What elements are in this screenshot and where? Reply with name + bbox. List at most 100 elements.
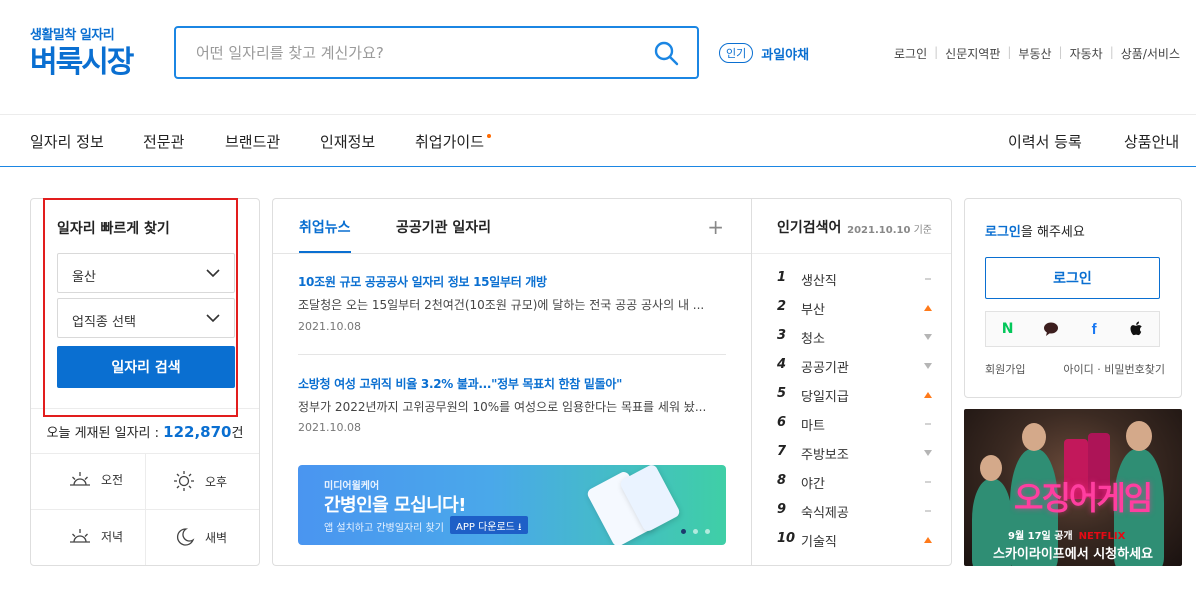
ranking-number: 7 — [777, 444, 787, 459]
time-dawn[interactable]: 새벽 — [173, 527, 227, 547]
squid-game-ad[interactable]: 오징어게임 9월 17일 공개 NETFLIX 스카이라이프에서 시청하세요 — [964, 409, 1182, 566]
nav-guide[interactable]: 취업가이드 — [415, 131, 484, 152]
ad-caption: 스카이라이프에서 시청하세요 — [992, 547, 1153, 562]
carousel-dots — [681, 529, 717, 534]
divider — [298, 354, 726, 355]
ranking-number: 8 — [777, 473, 787, 488]
banner-title: 간병인을 모십니다! — [324, 495, 466, 516]
time-evening[interactable]: 저녁 — [69, 527, 123, 545]
divider — [273, 253, 752, 254]
ranking-item[interactable]: 4 공공기관 — [777, 357, 932, 377]
nav-resume[interactable]: 이력서 등록 — [1008, 131, 1082, 152]
nav-job-info[interactable]: 일자리 정보 — [30, 131, 104, 152]
ranking-item[interactable]: 5 당일지급 — [777, 386, 932, 406]
site-logo[interactable]: 생활밀착 일자리 벼룩시장 — [30, 24, 134, 81]
util-car[interactable]: 자동차 — [1070, 45, 1103, 62]
login-message: 로그인을 해주세요 — [985, 221, 1085, 240]
ranking-number: 9 — [777, 502, 787, 517]
popular-search-date: 2021.10.10 기준 — [847, 221, 932, 236]
caregiver-banner[interactable]: 미디어윌케어 간병인을 모십니다! 앱 설치하고 간병일자리 찾기 APP 다운… — [298, 465, 726, 545]
nav-specialty[interactable]: 전문관 — [143, 131, 184, 152]
login-message-text: 을 해주세요 — [1020, 225, 1085, 240]
ranking-word[interactable]: 주방보조 — [801, 444, 849, 463]
news-headline[interactable]: 소방청 여성 고위직 비율 3.2% 불과..."정부 목표치 한참 밑돌아" — [298, 375, 622, 392]
ranking-number: 2 — [777, 299, 787, 314]
tab-job-news[interactable]: 취업뉴스 — [299, 217, 351, 237]
banner-brand: 미디어윌케어 — [324, 481, 380, 492]
search-input[interactable] — [196, 40, 636, 66]
ranking-date: 2021.10.10 — [847, 225, 911, 236]
ranking-item[interactable]: 7 주방보조 — [777, 444, 932, 464]
social-login: N f — [985, 311, 1160, 347]
apple-icon[interactable] — [1127, 319, 1147, 339]
util-realestate[interactable]: 부동산 — [1018, 45, 1051, 62]
login-button[interactable]: 로그인 — [985, 257, 1160, 299]
nav-brand[interactable]: 브랜드관 — [225, 131, 280, 152]
ranking-word[interactable]: 기술직 — [801, 531, 837, 550]
rank-down-icon — [924, 334, 932, 340]
carousel-dot[interactable] — [681, 529, 686, 534]
moon-icon — [177, 528, 195, 546]
util-login[interactable]: 로그인 — [894, 45, 927, 62]
facebook-icon[interactable]: f — [1084, 319, 1104, 339]
popular-keyword[interactable]: 인기 과일야채 — [719, 43, 809, 63]
ranking-item[interactable]: 9 숙식제공 — [777, 502, 932, 522]
ranking-item[interactable]: 6 마트 — [777, 415, 932, 435]
news-date: 2021.10.08 — [298, 421, 361, 434]
ranking-word[interactable]: 숙식제공 — [801, 502, 849, 521]
find-account-link[interactable]: 아이디 · 비밀번호찾기 — [1063, 361, 1165, 377]
highlight-box — [43, 198, 238, 417]
naver-icon[interactable]: N — [998, 319, 1018, 339]
ranking-item[interactable]: 2 부산 — [777, 299, 932, 319]
search-icon[interactable] — [653, 40, 679, 66]
kakao-icon[interactable] — [1041, 319, 1061, 339]
ranking-word[interactable]: 당일지급 — [801, 386, 849, 405]
divider — [752, 253, 951, 254]
nav-product-info[interactable]: 상품안내 — [1124, 131, 1179, 152]
login-message-link[interactable]: 로그인 — [985, 225, 1021, 240]
main-nav: 일자리 정보 전문관 브랜드관 인재정보 취업가이드 이력서 등록 상품안내 — [0, 114, 1196, 167]
ranking-word[interactable]: 청소 — [801, 328, 825, 347]
time-afternoon[interactable]: 오후 — [173, 470, 227, 492]
job-count: 오늘 게재된 일자리 : 122,870건 — [31, 422, 259, 441]
banner-desc: 앱 설치하고 간병일자리 찾기 — [324, 523, 444, 534]
netflix-logo: NETFLIX — [1078, 531, 1126, 542]
time-morning[interactable]: 오전 — [69, 470, 123, 488]
rank-same-icon — [925, 423, 931, 425]
ad-figure — [1022, 423, 1046, 451]
ranking-word[interactable]: 야간 — [801, 473, 825, 492]
time-dawn-label: 새벽 — [205, 530, 228, 545]
time-morning-label: 오전 — [101, 472, 124, 487]
ranking-word[interactable]: 마트 — [801, 415, 825, 434]
rank-up-icon — [924, 392, 932, 398]
carousel-dot[interactable] — [705, 529, 710, 534]
ranking-word[interactable]: 공공기관 — [801, 357, 849, 376]
rank-down-icon — [924, 450, 932, 456]
ranking-item[interactable]: 10 기술직 — [777, 531, 932, 551]
ranking-item[interactable]: 1 생산직 — [777, 270, 932, 290]
news-headline[interactable]: 10조원 규모 공공공사 일자리 정보 15일부터 개방 — [298, 273, 547, 290]
search-box — [174, 26, 699, 79]
tab-public-jobs[interactable]: 공공기관 일자리 — [396, 217, 491, 237]
rank-up-icon — [924, 305, 932, 311]
join-link[interactable]: 회원가입 — [985, 361, 1025, 377]
popular-search-title: 인기검색어 — [777, 220, 842, 236]
time-evening-label: 저녁 — [101, 529, 124, 544]
util-product[interactable]: 상품/서비스 — [1121, 45, 1180, 62]
sun-icon — [174, 471, 194, 491]
nav-talent[interactable]: 인재정보 — [320, 131, 375, 152]
ranking-number: 10 — [777, 531, 796, 546]
ranking-word[interactable]: 부산 — [801, 299, 825, 318]
util-newspaper[interactable]: 신문지역판 — [945, 45, 1000, 62]
ranking-item[interactable]: 3 청소 — [777, 328, 932, 348]
carousel-dot[interactable] — [693, 529, 698, 534]
ad-figure — [1126, 421, 1152, 451]
app-download-button[interactable]: APP 다운로드 ⭳ — [450, 516, 528, 534]
job-count-unit: 건 — [231, 426, 244, 441]
popular-badge: 인기 — [719, 43, 754, 63]
more-plus-icon[interactable]: + — [707, 217, 724, 237]
ranking-word[interactable]: 생산직 — [801, 270, 837, 289]
job-count-value: 122,870 — [163, 423, 232, 441]
ranking-item[interactable]: 8 야간 — [777, 473, 932, 493]
popular-keyword-text[interactable]: 과일야채 — [761, 44, 809, 63]
